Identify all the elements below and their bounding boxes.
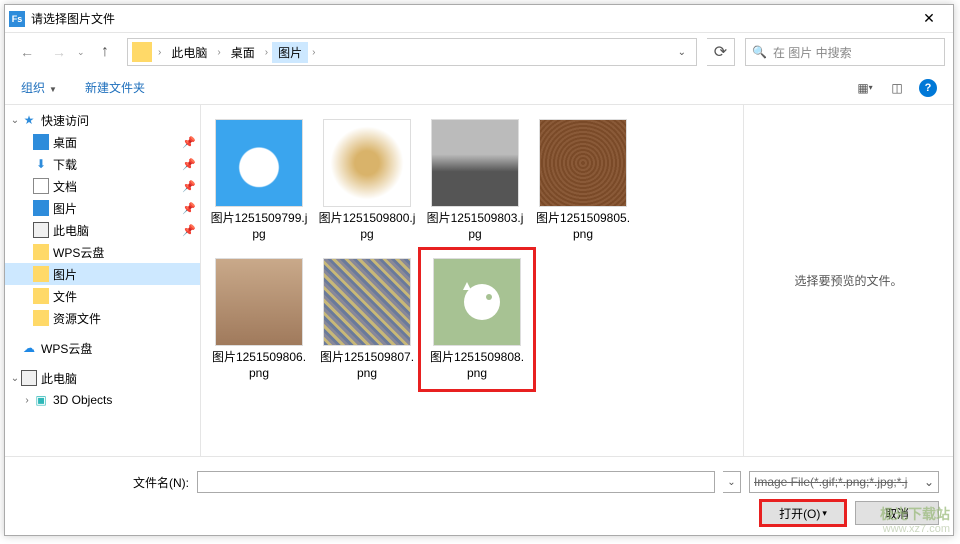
refresh-button[interactable]: ⟳: [707, 38, 735, 66]
file-grid[interactable]: 图片1251509799.jpg 图片1251509800.jpg 图片1251…: [201, 105, 743, 456]
thumbnail: [431, 119, 519, 207]
content-area: 图片1251509799.jpg 图片1251509800.jpg 图片1251…: [201, 105, 953, 456]
sidebar: ⌄ ★ 快速访问 桌面 📌 ⬇ 下载 📌 文档 📌 图片: [5, 105, 201, 456]
pin-icon: 📌: [182, 180, 196, 193]
organize-menu[interactable]: 组织▼: [21, 79, 57, 96]
pc-icon: [21, 370, 37, 386]
highlighted-file: 图片1251509808.png: [418, 247, 536, 392]
filename-row: 文件名(N): ⌄ Image File(*.gif;*.png;*.jpg;*…: [19, 471, 939, 493]
history-dropdown[interactable]: ⌄: [77, 47, 89, 58]
bottom-area: 文件名(N): ⌄ Image File(*.gif;*.png;*.jpg;*…: [5, 456, 953, 535]
sidebar-documents[interactable]: 文档 📌: [5, 175, 200, 197]
chevron-right-icon: ›: [261, 47, 272, 58]
preview-empty-text: 选择要预览的文件。: [794, 272, 902, 289]
thumbnail: [433, 258, 521, 346]
pin-icon: 📌: [182, 136, 196, 149]
new-folder-button[interactable]: 新建文件夹: [85, 79, 145, 96]
close-button[interactable]: ✕: [909, 7, 949, 31]
pin-icon: 📌: [182, 158, 196, 171]
up-button[interactable]: ↑: [93, 40, 117, 64]
sidebar-this-pc-quick[interactable]: 此电脑 📌: [5, 219, 200, 241]
cube-icon: ▣: [33, 392, 49, 408]
star-icon: ★: [21, 112, 37, 128]
sidebar-3d-objects[interactable]: › ▣ 3D Objects: [5, 389, 200, 411]
thumbnail: [215, 119, 303, 207]
sidebar-files[interactable]: 文件: [5, 285, 200, 307]
chevron-down-icon[interactable]: ⌄: [9, 115, 21, 126]
forward-button: →: [45, 39, 73, 65]
file-item[interactable]: 图片1251509807.png: [315, 254, 419, 392]
sidebar-downloads[interactable]: ⬇ 下载 📌: [5, 153, 200, 175]
file-open-dialog: Fs 请选择图片文件 ✕ ← → ⌄ ↑ › 此电脑 › 桌面 › 图片 › ⌄…: [4, 4, 954, 536]
filename-dropdown[interactable]: ⌄: [723, 471, 741, 493]
file-item[interactable]: 图片1251509808.png: [425, 254, 529, 385]
sidebar-wps-cloud[interactable]: ☁ WPS云盘: [5, 337, 200, 359]
breadcrumb-desktop[interactable]: 桌面: [225, 42, 261, 63]
help-icon[interactable]: ?: [919, 79, 937, 97]
filename-input[interactable]: [197, 471, 715, 493]
search-placeholder: 在 图片 中搜索: [773, 44, 852, 61]
thumbnail: [215, 258, 303, 346]
folder-icon: [132, 42, 152, 62]
search-input[interactable]: 🔍 在 图片 中搜索: [745, 38, 945, 66]
open-button[interactable]: 打开(O): [761, 501, 845, 525]
breadcrumb[interactable]: › 此电脑 › 桌面 › 图片 › ⌄: [127, 38, 697, 66]
folder-icon: [33, 310, 49, 326]
preview-pane: 选择要预览的文件。: [743, 105, 953, 456]
cloud-icon: ☁: [21, 340, 37, 356]
file-item[interactable]: 图片1251509806.png: [207, 254, 311, 392]
chevron-right-icon: ›: [308, 47, 319, 58]
breadcrumb-dropdown[interactable]: ⌄: [670, 47, 694, 58]
body-area: ⌄ ★ 快速访问 桌面 📌 ⬇ 下载 📌 文档 📌 图片: [5, 105, 953, 456]
chevron-right-icon: ›: [154, 47, 165, 58]
pin-icon: 📌: [182, 224, 196, 237]
search-icon: 🔍: [752, 45, 767, 59]
document-icon: [33, 178, 49, 194]
sidebar-resources[interactable]: 资源文件: [5, 307, 200, 329]
filename-label: 文件名(N):: [19, 474, 189, 491]
file-type-filter[interactable]: Image File(*.gif;*.png;*.jpg;*.j: [749, 471, 939, 493]
thumbnail: [323, 258, 411, 346]
sidebar-images-selected[interactable]: 图片: [5, 263, 200, 285]
sidebar-this-pc[interactable]: ⌄ 此电脑: [5, 367, 200, 389]
titlebar-text: 请选择图片文件: [31, 10, 909, 27]
navbar: ← → ⌄ ↑ › 此电脑 › 桌面 › 图片 › ⌄ ⟳ 🔍 在 图片 中搜索: [5, 33, 953, 71]
back-button[interactable]: ←: [13, 39, 41, 65]
toolbar: 组织▼ 新建文件夹 ▦▾ ◫ ?: [5, 71, 953, 105]
folder-icon: [33, 244, 49, 260]
desktop-icon: [33, 134, 49, 150]
sidebar-desktop[interactable]: 桌面 📌: [5, 131, 200, 153]
preview-pane-icon[interactable]: ◫: [883, 76, 911, 100]
sidebar-quick-access[interactable]: ⌄ ★ 快速访问: [5, 109, 200, 131]
chevron-right-icon[interactable]: ›: [21, 395, 33, 406]
pin-icon: 📌: [182, 202, 196, 215]
file-item[interactable]: 图片1251509799.jpg: [207, 115, 311, 246]
file-item[interactable]: 图片1251509803.jpg: [423, 115, 527, 246]
file-item[interactable]: 图片1251509805.png: [531, 115, 635, 246]
thumbnail: [323, 119, 411, 207]
folder-icon: [33, 288, 49, 304]
titlebar: Fs 请选择图片文件 ✕: [5, 5, 953, 33]
thumbnail: [539, 119, 627, 207]
chevron-down-icon[interactable]: ⌄: [9, 373, 21, 384]
sidebar-wps-cloud-quick[interactable]: WPS云盘: [5, 241, 200, 263]
download-icon: ⬇: [33, 156, 49, 172]
folder-icon: [33, 266, 49, 282]
file-item[interactable]: 图片1251509800.jpg: [315, 115, 419, 246]
pictures-icon: [33, 200, 49, 216]
chevron-right-icon: ›: [213, 47, 224, 58]
pc-icon: [33, 222, 49, 238]
app-icon: Fs: [9, 11, 25, 27]
cancel-button[interactable]: 取消: [855, 501, 939, 525]
breadcrumb-current[interactable]: 图片: [272, 42, 308, 63]
breadcrumb-this-pc[interactable]: 此电脑: [165, 42, 213, 63]
view-options-icon[interactable]: ▦▾: [851, 76, 879, 100]
button-row: 打开(O) 取消: [19, 501, 939, 525]
sidebar-pictures[interactable]: 图片 📌: [5, 197, 200, 219]
